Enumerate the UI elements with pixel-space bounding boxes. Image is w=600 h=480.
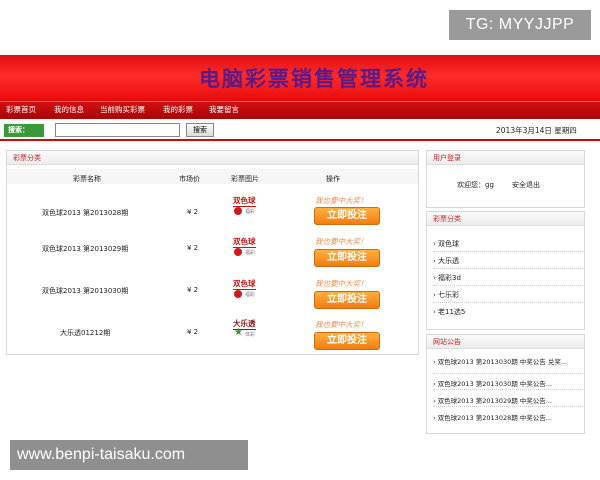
search-input[interactable] — [55, 123, 180, 137]
lottery-price: ¥ 2 — [187, 208, 199, 216]
table-header — [7, 169, 418, 184]
slogan: 我也要中大奖！ — [315, 196, 368, 205]
ssq-logo-icon: 双色球 福彩 — [233, 237, 256, 256]
lottery-name: 双色球2013 第2013030期 — [42, 287, 129, 295]
header-banner: 电脑彩票销售管理系统 — [0, 55, 600, 101]
bet-now-button[interactable]: 立即投注 — [314, 332, 380, 350]
notice-panel: 网站公告 › 双色球2013 第2013030期 中奖公告 兑奖... › 双色… — [426, 334, 585, 434]
bet-now-button[interactable]: 立即投注 — [314, 207, 380, 225]
nav-current-purchase[interactable]: 当前购买彩票 — [100, 104, 145, 115]
ssq-logo-icon: 双色球 福彩 — [233, 279, 256, 298]
lottery-name: 大乐透01212期 — [60, 329, 111, 337]
nav-my-info[interactable]: 我的信息 — [54, 104, 84, 115]
category-item[interactable]: › 双色球 — [433, 239, 459, 249]
category-item[interactable]: › 福彩3d — [433, 273, 461, 283]
category-item[interactable]: › 老11选5 — [433, 307, 465, 317]
bet-now-button[interactable]: 立即投注 — [314, 291, 380, 309]
slogan: 我也要中大奖！ — [315, 237, 368, 246]
slogan: 我也要中大奖！ — [315, 279, 368, 288]
col-action: 操作 — [326, 175, 340, 183]
page: { "watermark_top": "TG: MYYJJPP", "water… — [0, 0, 600, 480]
search-label: 搜索： — [4, 124, 44, 137]
panel-title: 彩票分类 — [7, 151, 418, 165]
nav-leave-message[interactable]: 我要留言 — [209, 104, 239, 115]
notice-item[interactable]: › 双色球2013 第2013029期 中奖公告... — [433, 395, 552, 405]
watermark-bottom: www.benpi-taisaku.com — [10, 440, 248, 470]
search-bar: 搜索： 搜索 2013年3月14日 星期四 — [0, 121, 600, 141]
watermark-top: TG: MYYJJPP — [449, 10, 591, 40]
col-image: 彩票图片 — [231, 175, 259, 183]
nav-home[interactable]: 彩票首页 — [6, 104, 36, 115]
current-date: 2013年3月14日 星期四 — [496, 126, 577, 135]
notice-title: 网站公告 — [427, 335, 584, 349]
slogan: 我也要中大奖！ — [315, 320, 368, 329]
search-button[interactable]: 搜索 — [186, 123, 214, 137]
dlt-logo-icon: 大乐透 ★ 体彩 — [233, 319, 256, 338]
category-item[interactable]: › 七乐彩 — [433, 290, 459, 300]
lottery-price: ¥ 2 — [187, 244, 199, 252]
logout-link[interactable]: 安全退出 — [512, 180, 540, 190]
category-title: 彩票分类 — [427, 212, 584, 226]
site-title: 电脑彩票销售管理系统 — [199, 66, 429, 91]
col-price: 市场价 — [179, 175, 200, 183]
col-name: 彩票名称 — [73, 175, 101, 183]
lottery-name: 双色球2013 第2013028期 — [42, 209, 129, 217]
lottery-price: ¥ 2 — [187, 328, 199, 336]
notice-item[interactable]: › 双色球2013 第2013028期 中奖公告... — [433, 412, 552, 422]
bet-now-button[interactable]: 立即投注 — [314, 249, 380, 267]
notice-item[interactable]: › 双色球2013 第2013030期 中奖公告... — [433, 378, 552, 388]
notice-item[interactable]: › 双色球2013 第2013030期 中奖公告 兑奖... — [433, 356, 567, 366]
category-item[interactable]: › 大乐透 — [433, 256, 459, 266]
login-title: 用户登录 — [427, 151, 584, 165]
main-nav: 彩票首页 我的信息 当前购买彩票 我的彩票 我要留言 — [0, 101, 600, 119]
category-panel: 彩票分类 › 双色球 › 大乐透 › 福彩3d › 七乐彩 › 老11选5 — [426, 211, 585, 330]
nav-my-lottery[interactable]: 我的彩票 — [163, 104, 193, 115]
login-panel: 用户登录 欢迎您：gg 安全退出 — [426, 150, 585, 208]
lottery-list-panel: 彩票分类 彩票名称 市场价 彩票图片 操作 双色球2013 第2013028期 … — [6, 150, 419, 355]
lottery-name: 双色球2013 第2013029期 — [42, 245, 129, 253]
lottery-price: ¥ 2 — [187, 286, 199, 294]
ssq-logo-icon: 双色球 福彩 — [233, 196, 256, 215]
welcome-text: 欢迎您：gg — [457, 181, 494, 189]
